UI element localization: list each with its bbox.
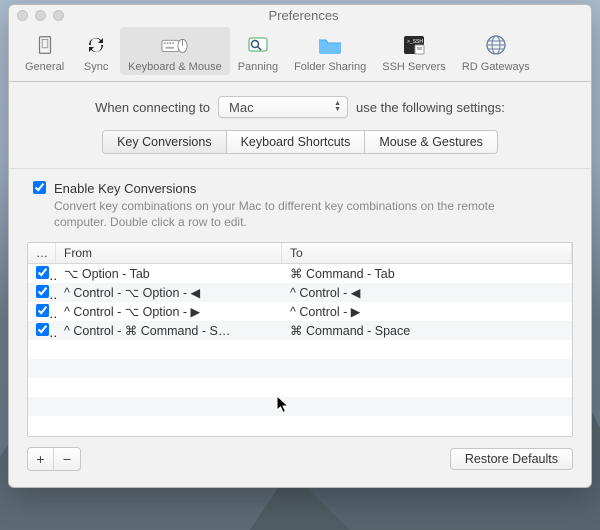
keyboard-mouse-icon xyxy=(161,31,189,59)
toolbar-item-general[interactable]: General xyxy=(17,27,72,75)
globe-icon xyxy=(482,31,510,59)
remove-button[interactable]: − xyxy=(54,448,80,470)
sync-icon xyxy=(82,31,110,59)
col-to[interactable]: To xyxy=(282,243,572,263)
panning-icon xyxy=(244,31,272,59)
preferences-window: Preferences General Sync Keyboard & Mous… xyxy=(8,4,592,488)
toolbar-item-folder-sharing[interactable]: Folder Sharing xyxy=(286,27,374,75)
col-enabled[interactable]: … xyxy=(28,243,56,263)
connecting-suffix: use the following settings: xyxy=(356,100,505,115)
table-row xyxy=(28,378,572,397)
target-os-value: Mac xyxy=(229,100,254,115)
row-enabled-checkbox[interactable] xyxy=(36,323,49,336)
add-remove-group: + − xyxy=(27,447,81,471)
table-row xyxy=(28,359,572,378)
toolbar-item-ssh-servers[interactable]: >_SSH SSH Servers xyxy=(374,27,454,75)
folder-icon xyxy=(316,31,344,59)
table-footer: + − Restore Defaults xyxy=(27,447,573,471)
connecting-prefix: When connecting to xyxy=(95,100,210,115)
row-from: ^ Control - ⌥ Option - ◀ xyxy=(56,285,282,300)
conversions-table: … From To ⌥ Option - Tab⌘ Command - Tab^… xyxy=(27,242,573,437)
connecting-row: When connecting to Mac ▲▼ use the follow… xyxy=(27,96,573,118)
row-enabled-checkbox[interactable] xyxy=(36,285,49,298)
toolbar-item-sync[interactable]: Sync xyxy=(72,27,120,75)
table-row[interactable]: ^ Control - ⌥ Option - ▶^ Control - ▶ xyxy=(28,302,572,321)
table-row[interactable]: ^ Control - ⌥ Option - ◀^ Control - ◀ xyxy=(28,283,572,302)
row-to: ⌘ Command - Tab xyxy=(282,266,572,281)
toolbar-item-keyboard-mouse[interactable]: Keyboard & Mouse xyxy=(120,27,230,75)
content-area: When connecting to Mac ▲▼ use the follow… xyxy=(9,82,591,487)
enable-key-conversions-checkbox[interactable] xyxy=(33,181,46,194)
table-row xyxy=(28,397,572,416)
toolbar-label: Sync xyxy=(84,61,108,73)
table-row[interactable]: ^ Control - ⌘ Command - S…⌘ Command - Sp… xyxy=(28,321,572,340)
row-from: ^ Control - ⌘ Command - S… xyxy=(56,323,282,338)
titlebar: Preferences xyxy=(9,5,591,25)
col-from[interactable]: From xyxy=(56,243,282,263)
subsection-segmented: Key Conversions Keyboard Shortcuts Mouse… xyxy=(102,130,498,154)
svg-text:>_SSH: >_SSH xyxy=(407,39,423,45)
toolbar-label: Folder Sharing xyxy=(294,61,366,73)
enable-key-conversions-label: Enable Key Conversions xyxy=(54,181,524,196)
row-from: ^ Control - ⌥ Option - ▶ xyxy=(56,304,282,319)
restore-defaults-button[interactable]: Restore Defaults xyxy=(450,448,573,470)
toolbar-item-panning[interactable]: Panning xyxy=(230,27,286,75)
ssh-icon: >_SSH xyxy=(400,31,428,59)
table-row xyxy=(28,340,572,359)
chevron-updown-icon: ▲▼ xyxy=(334,101,341,113)
general-icon xyxy=(31,31,59,59)
row-to: ^ Control - ◀ xyxy=(282,285,572,300)
toolbar-label: RD Gateways xyxy=(462,61,530,73)
table-header: … From To xyxy=(28,243,572,264)
toolbar-label: SSH Servers xyxy=(382,61,446,73)
toolbar-item-rd-gateways[interactable]: RD Gateways xyxy=(454,27,538,75)
toolbar-label: Keyboard & Mouse xyxy=(128,61,222,73)
target-os-popup[interactable]: Mac ▲▼ xyxy=(218,96,348,118)
tab-key-conversions[interactable]: Key Conversions xyxy=(103,131,227,153)
preferences-toolbar: General Sync Keyboard & Mouse Panning Fo… xyxy=(9,25,591,82)
row-to: ⌘ Command - Space xyxy=(282,323,572,338)
add-button[interactable]: + xyxy=(28,448,54,470)
enable-key-conversions-help: Convert key combinations on your Mac to … xyxy=(54,198,524,230)
table-row[interactable]: ⌥ Option - Tab⌘ Command - Tab xyxy=(28,264,572,283)
row-enabled-checkbox[interactable] xyxy=(36,304,49,317)
row-to: ^ Control - ▶ xyxy=(282,304,572,319)
divider xyxy=(9,168,591,169)
table-body: ⌥ Option - Tab⌘ Command - Tab^ Control -… xyxy=(28,264,572,435)
tab-keyboard-shortcuts[interactable]: Keyboard Shortcuts xyxy=(227,131,366,153)
window-title: Preferences xyxy=(24,8,583,23)
tab-mouse-gestures[interactable]: Mouse & Gestures xyxy=(365,131,497,153)
table-row xyxy=(28,416,572,435)
enable-key-conversions-row: Enable Key Conversions Convert key combi… xyxy=(27,181,573,230)
toolbar-label: Panning xyxy=(238,61,278,73)
toolbar-label: General xyxy=(25,61,64,73)
row-enabled-checkbox[interactable] xyxy=(36,266,49,279)
row-from: ⌥ Option - Tab xyxy=(56,266,282,281)
